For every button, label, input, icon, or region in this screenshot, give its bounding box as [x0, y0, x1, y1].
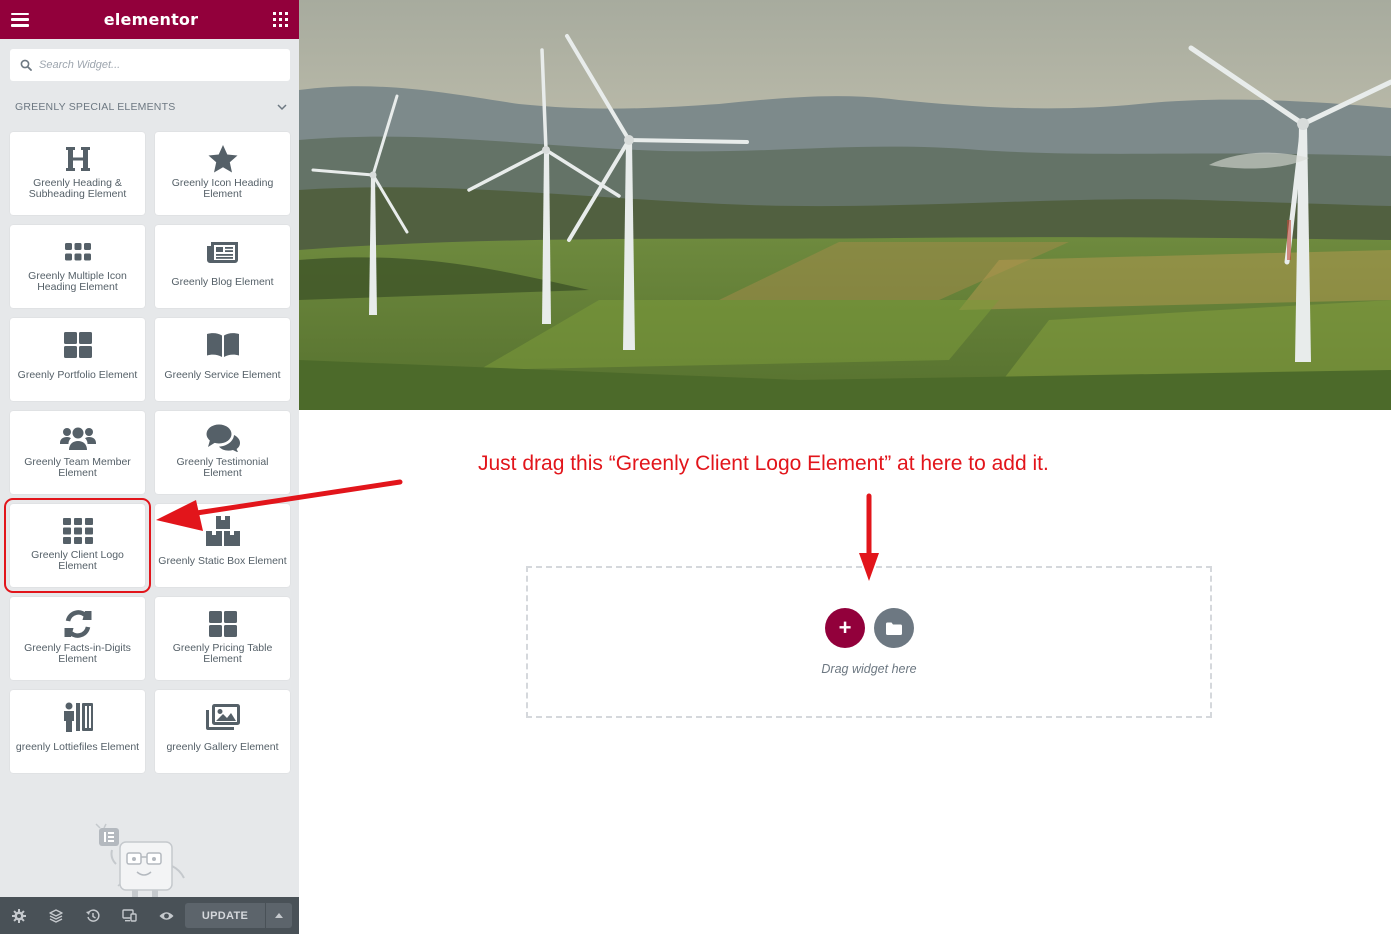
grid-four-icon	[63, 330, 92, 360]
layers-icon[interactable]	[37, 897, 74, 934]
widget-label: Greenly Facts-in-Digits Element	[24, 642, 131, 665]
widget-icon-heading[interactable]: Greenly Icon Heading Element	[155, 132, 290, 215]
widget-label: Greenly Service Element	[164, 368, 281, 381]
widget-multiple-icon-heading[interactable]: Greenly Multiple Icon Heading Element	[10, 225, 145, 308]
widget-blog[interactable]: Greenly Blog Element	[155, 225, 290, 308]
drop-zone-hint: Drag widget here	[821, 662, 917, 676]
widget-gallery[interactable]: greenly Gallery Element	[155, 690, 290, 773]
widget-lottiefiles[interactable]: greenly Lottiefiles Element	[10, 690, 145, 773]
grid-nine-icon	[62, 516, 93, 546]
widget-testimonial[interactable]: Greenly Testimonial Element	[155, 411, 290, 494]
widget-label: Greenly Static Box Element	[158, 554, 287, 567]
grid-four-icon	[208, 609, 237, 639]
update-button[interactable]: UPDATE	[185, 903, 265, 928]
widget-label: Greenly Portfolio Element	[17, 368, 138, 381]
images-icon	[205, 702, 240, 732]
panel-footer: UPDATE	[0, 897, 299, 934]
widget-label: Greenly Team Member Element	[24, 456, 131, 479]
widget-grid: Greenly Heading & Subheading Element Gre…	[4, 132, 291, 773]
star-icon	[207, 144, 239, 174]
widget-label: Greenly Icon Heading Element	[171, 177, 274, 200]
search-input[interactable]	[39, 59, 279, 71]
sync-icon	[63, 609, 93, 639]
responsive-icon[interactable]	[111, 897, 148, 934]
widget-portfolio[interactable]: Greenly Portfolio Element	[10, 318, 145, 401]
search-icon	[20, 59, 32, 71]
grid-dots-icon	[64, 237, 91, 267]
settings-icon[interactable]	[0, 897, 37, 934]
add-template-button[interactable]	[874, 608, 914, 648]
chevron-down-icon	[277, 103, 287, 110]
book-open-icon	[206, 330, 240, 360]
drop-zone[interactable]: + Drag widget here	[526, 566, 1212, 718]
add-section-button[interactable]: +	[825, 608, 865, 648]
widget-label: Greenly Client Logo Element	[31, 549, 124, 572]
comments-icon	[206, 423, 240, 453]
caret-up-icon	[275, 913, 283, 918]
widget-label: Greenly Blog Element	[171, 275, 274, 288]
widget-label: greenly Lottiefiles Element	[15, 740, 140, 753]
boxes-icon	[205, 516, 240, 546]
history-icon[interactable]	[74, 897, 111, 934]
widget-label: Greenly Testimonial Element	[176, 456, 269, 479]
search-box[interactable]	[10, 49, 290, 81]
widget-facts-in-digits[interactable]: Greenly Facts-in-Digits Element	[10, 597, 145, 680]
widget-pricing-table[interactable]: Greenly Pricing Table Element	[155, 597, 290, 680]
heading-icon	[63, 144, 93, 174]
widget-label: Greenly Heading & Subheading Element	[28, 177, 127, 200]
widget-label: Greenly Multiple Icon Heading Element	[28, 270, 127, 293]
category-title: GREENLY SPECIAL ELEMENTS	[15, 101, 176, 113]
widget-heading-subheading[interactable]: Greenly Heading & Subheading Element	[10, 132, 145, 215]
widgets-grid-icon[interactable]	[273, 12, 288, 27]
widget-client-logo[interactable]: Greenly Client Logo Element	[4, 498, 151, 593]
category-toggle[interactable]: GREENLY SPECIAL ELEMENTS	[15, 99, 287, 115]
newspaper-icon	[206, 237, 239, 267]
widget-service[interactable]: Greenly Service Element	[155, 318, 290, 401]
panel-header: elementor	[0, 0, 299, 39]
people-arrows-icon	[62, 702, 94, 732]
instruction-annotation: Just drag this “Greenly Client Logo Elem…	[478, 452, 1049, 475]
menu-icon[interactable]	[11, 12, 29, 27]
widget-label: greenly Gallery Element	[166, 740, 279, 753]
app-logo: elementor	[103, 10, 199, 29]
update-options-button[interactable]	[266, 903, 292, 928]
preview-icon[interactable]	[148, 897, 185, 934]
widget-panel: elementor GREENLY SPECIAL ELEMENTS Green…	[0, 0, 299, 934]
users-icon	[59, 423, 96, 453]
hero-image-wind-turbines	[299, 0, 1391, 410]
plus-icon: +	[838, 615, 852, 640]
widget-team-member[interactable]: Greenly Team Member Element	[10, 411, 145, 494]
mascot-illustration	[92, 822, 192, 897]
widget-static-box[interactable]: Greenly Static Box Element	[155, 504, 290, 587]
folder-icon	[886, 622, 902, 635]
widget-label: Greenly Pricing Table Element	[172, 642, 273, 665]
